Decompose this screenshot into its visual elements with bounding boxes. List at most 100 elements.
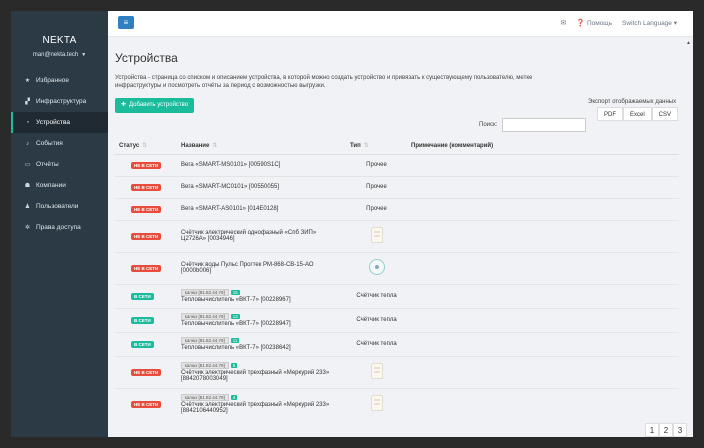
- user-icon: ♟: [24, 204, 31, 210]
- table-row[interactable]: В СЕТИ Шлюз [81.82.44.79] 13 Тепловычислите…: [115, 307, 679, 332]
- sidebar-item-label: Пользователи: [36, 203, 79, 210]
- name-cell: Счётчик воды Пульс Прогтек РМ-868-СВ-15-…: [177, 251, 346, 284]
- status-cell: НЕ В СЕТИ: [115, 251, 177, 284]
- help-label: Помощь: [586, 20, 613, 27]
- sidebar-item-devices[interactable]: ◔ Устройства: [11, 112, 108, 133]
- table-row[interactable]: В СЕТИ Шлюз [81.82.44.79] 15 Тепловычислите…: [115, 283, 679, 308]
- envelope-icon[interactable]: ✉: [561, 19, 567, 27]
- table-row[interactable]: НЕ В СЕТИ Счётчик электрический однофазны…: [115, 219, 679, 252]
- table-row[interactable]: НЕ В СЕТИ Вега «SMART-AS0101» [014E0128] П…: [115, 197, 679, 220]
- sidebar-item-permissions[interactable]: ✲ Права доступа: [11, 217, 108, 238]
- column-header-name[interactable]: Название ⇅: [177, 138, 346, 155]
- sidebar-item-label: События: [36, 140, 63, 147]
- status-badge: НЕ В СЕТИ: [131, 205, 162, 213]
- sidebar-item-reports[interactable]: ▭ Отчёты: [11, 154, 108, 175]
- add-device-button[interactable]: ✚ Добавить устройство: [115, 98, 195, 113]
- note-cell: [407, 387, 679, 420]
- export-csv-button[interactable]: CSV: [651, 107, 679, 121]
- device-name[interactable]: Тепловычислитель «ВКТ-7» [00228947]: [181, 321, 342, 327]
- name-cell: Шлюз [81.82.44.79] 5 Счётчик электрический…: [177, 355, 346, 388]
- hamburger-icon: ≡: [123, 18, 129, 27]
- sidebar-item-label: Устройства: [36, 119, 71, 126]
- sidebar-item-label: Инфраструктура: [36, 98, 87, 105]
- device-name-cont: [8842078003049]: [181, 376, 228, 382]
- device-name[interactable]: Счётчик воды Пульс Прогтек РМ-868-СВ-15-…: [181, 262, 342, 274]
- column-header-note: Примечание (комментарий): [407, 138, 679, 155]
- sidebar-item-events[interactable]: ♪ События: [11, 133, 108, 154]
- page-button-2[interactable]: 2: [659, 423, 673, 437]
- page-button-3[interactable]: 3: [673, 423, 687, 437]
- name-cell: Шлюз [81.82.44.79] 4 Счётчик электрический…: [177, 387, 346, 420]
- sort-icon: ⇅: [363, 143, 369, 150]
- menu-toggle-button[interactable]: ≡: [118, 16, 134, 29]
- count-badge: 11: [230, 338, 240, 343]
- status-badge: НЕ В СЕТИ: [131, 232, 162, 240]
- type-cell: [346, 219, 407, 252]
- export-pdf-button[interactable]: PDF: [597, 107, 623, 121]
- count-badge: 13: [230, 314, 240, 319]
- status-badge: В СЕТИ: [131, 340, 154, 348]
- sidebar-item-users[interactable]: ♟ Пользователи: [11, 196, 108, 217]
- sidebar-item-favorites[interactable]: ★ Избранное: [11, 70, 108, 91]
- caret-down-icon: ▼: [81, 52, 87, 58]
- search-label: Поиск:: [479, 122, 498, 128]
- note-cell: [407, 355, 679, 388]
- device-name[interactable]: Вега «SMART-MC0101» [00550055]: [181, 184, 342, 190]
- device-name[interactable]: Тепловычислитель «ВКТ-7» [00228967]: [181, 297, 342, 303]
- name-cell: Вега «SMART-MS0101» [00590S1C]: [177, 153, 346, 176]
- gear-icon: ✲: [24, 225, 31, 231]
- sidebar-item-companies[interactable]: ☗ Компании: [11, 175, 108, 196]
- type-cell: [346, 355, 407, 388]
- count-badge: 15: [230, 290, 240, 295]
- note-cell: [407, 219, 679, 252]
- device-type: Счётчик тепла: [356, 341, 397, 347]
- column-header-status[interactable]: Статус ⇅: [115, 138, 177, 155]
- sidebar-item-infrastructure[interactable]: ▞ Инфраструктура: [11, 91, 108, 112]
- note-cell: [407, 251, 679, 284]
- status-badge: НЕ В СЕТИ: [131, 368, 162, 376]
- table-row[interactable]: НЕ В СЕТИ Вега «SMART-MC0101» [00550055] П…: [115, 175, 679, 198]
- search-input[interactable]: [502, 118, 586, 132]
- table-row[interactable]: НЕ В СЕТИ Счётчик воды Пульс Прогтек РМ-8…: [115, 251, 679, 284]
- electric-meter-icon: [370, 395, 383, 412]
- count-badge: 4: [230, 395, 238, 401]
- status-badge: В СЕТИ: [131, 292, 154, 300]
- table-row[interactable]: НЕ В СЕТИ Шлюз [81.82.44.79] 4 Счётчик элек…: [115, 387, 679, 420]
- device-name[interactable]: Вега «SMART-MS0101» [00590S1C]: [181, 162, 342, 168]
- star-icon: ★: [24, 78, 31, 84]
- table-row[interactable]: В СЕТИ Шлюз [81.82.44.79] 11 Тепловычислите…: [115, 331, 679, 356]
- note-cell: [407, 307, 679, 332]
- note-cell: [407, 197, 679, 220]
- device-name[interactable]: Тепловычислитель «ВКТ-7» [00238642]: [181, 345, 342, 351]
- page-button-1[interactable]: 1: [645, 423, 659, 437]
- page-description: Устройства - страница со списком и описа…: [115, 75, 533, 89]
- column-header-type[interactable]: Тип ⇅: [346, 138, 407, 155]
- folder-icon: ▭: [24, 162, 31, 168]
- device-name[interactable]: Вега «SMART-AS0101» [014E0128]: [181, 206, 342, 212]
- app-window: NEKTA man@nekta.tech ▼ ★ Избранное ▞ Инфрас…: [11, 11, 693, 437]
- user-menu[interactable]: man@nekta.tech ▼: [11, 52, 108, 58]
- user-email: man@nekta.tech: [32, 52, 79, 58]
- status-cell: НЕ В СЕТИ: [115, 175, 177, 198]
- top-bar: ≡ ✉ ❓ Помощь Switch Language ▾: [108, 11, 693, 37]
- sidebar-item-label: Компании: [36, 182, 66, 189]
- export-excel-button[interactable]: Excel: [623, 107, 652, 121]
- type-cell: Счётчик тепла: [346, 331, 407, 356]
- caret-down-icon: ▾: [673, 20, 677, 27]
- table-row[interactable]: НЕ В СЕТИ Вега «SMART-MS0101» [00590S1C] П…: [115, 153, 679, 176]
- gateway-badge: Шлюз [81.82.44.79]: [181, 337, 229, 344]
- status-cell: НЕ В СЕТИ: [115, 387, 177, 420]
- note-cell: [407, 283, 679, 308]
- device-name-cont: [8842106440952]: [181, 408, 228, 415]
- help-link[interactable]: ❓ Помощь: [576, 19, 612, 27]
- devices-table: Статус ⇅ Название ⇅ Тип ⇅ Примечание (комме…: [115, 138, 679, 420]
- type-cell: Счётчик тепла: [346, 307, 407, 332]
- sidebar-item-label: Избранное: [36, 77, 69, 84]
- sidebar: NEKTA man@nekta.tech ▼ ★ Избранное ▞ Инфрас…: [11, 11, 108, 437]
- name-cell: Шлюз [81.82.44.79] 11 Тепловычислитель «ВК…: [177, 331, 346, 356]
- name-cell: Вега «SMART-MC0101» [00550055]: [177, 175, 346, 198]
- table-row[interactable]: НЕ В СЕТИ Шлюз [81.82.44.79] 5 Счётчик элек…: [115, 355, 679, 388]
- water-meter-icon: [368, 259, 385, 275]
- language-switch[interactable]: Switch Language ▾: [622, 19, 677, 27]
- scroll-up-arrow-icon[interactable]: ▲: [686, 40, 691, 46]
